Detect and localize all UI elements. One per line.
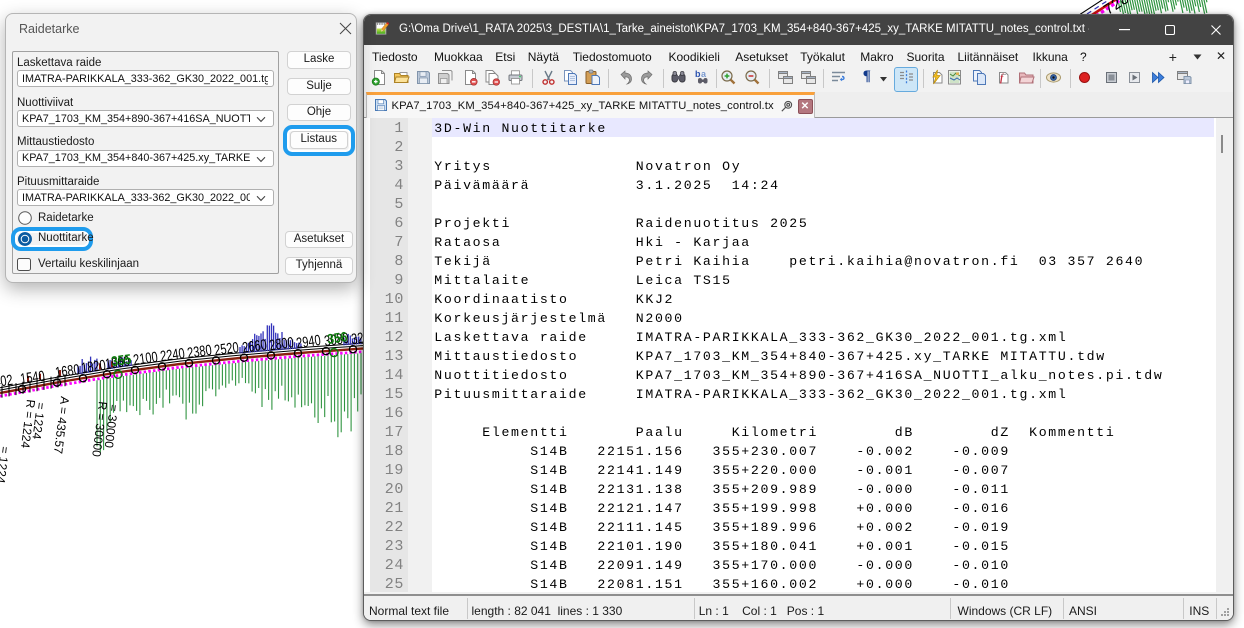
svg-text:1540: 1540 bbox=[19, 368, 46, 388]
svg-text:a: a bbox=[701, 69, 707, 79]
svg-text:2380: 2380 bbox=[186, 342, 213, 362]
svg-text:2100: 2100 bbox=[132, 349, 159, 369]
svg-text:2660: 2660 bbox=[241, 336, 268, 356]
svg-text:2520: 2520 bbox=[213, 339, 240, 359]
svg-text:356: 356 bbox=[326, 328, 348, 347]
svg-text:2800: 2800 bbox=[268, 334, 295, 354]
svg-text:355: 355 bbox=[110, 351, 132, 370]
svg-text:2240: 2240 bbox=[159, 345, 186, 365]
svg-text:1680: 1680 bbox=[54, 361, 81, 381]
svg-text:2940: 2940 bbox=[295, 332, 322, 352]
